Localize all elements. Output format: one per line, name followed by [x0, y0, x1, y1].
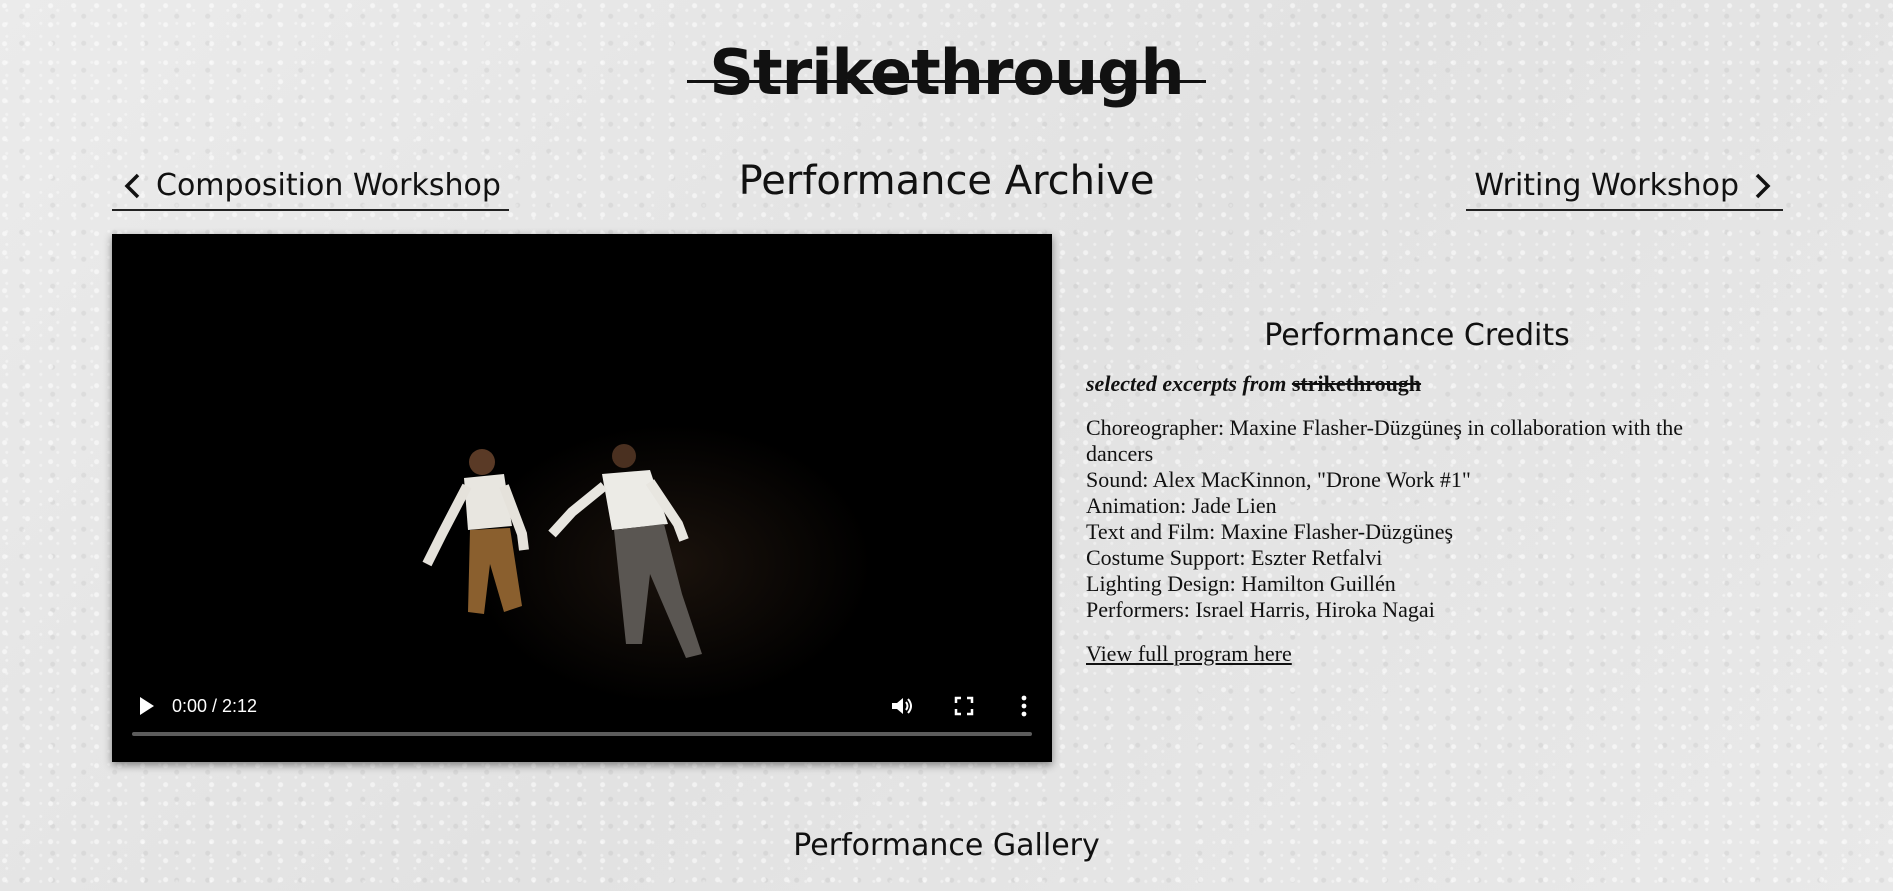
- fullscreen-icon[interactable]: [950, 692, 978, 720]
- credit-line: Costume Support: Eszter Retfalvi: [1086, 545, 1383, 570]
- credit-line: Performers: Israel Harris, Hiroka Nagai: [1086, 597, 1435, 622]
- credit-line: Sound: Alex MacKinnon, "Drone Work #1": [1086, 467, 1471, 492]
- play-icon[interactable]: [132, 692, 160, 720]
- video-time: 0:00 / 2:12: [172, 696, 258, 716]
- volume-icon[interactable]: [888, 692, 916, 720]
- next-workshop-link[interactable]: Writing Workshop: [1466, 168, 1783, 211]
- excerpt-note: selected excerpts from strikethrough: [1086, 371, 1786, 397]
- credit-line: Choreographer: Maxine Flasher-Düzgüneş i…: [1086, 415, 1684, 466]
- site-title: Strikethrough: [0, 36, 1893, 109]
- gallery-heading: Performance Gallery: [793, 828, 1100, 863]
- video-player[interactable]: 0:00 / 2:12: [112, 234, 1052, 762]
- site-title-text: Strikethrough: [687, 36, 1207, 109]
- excerpt-struck-title: strikethrough: [1291, 371, 1422, 396]
- credit-line: Animation: Jade Lien: [1086, 493, 1277, 518]
- credit-line: Lighting Design: Hamilton Guillén: [1086, 571, 1396, 596]
- credit-line: Text and Film: Maxine Flasher-Düzgüneş: [1086, 519, 1454, 544]
- video-progress-bar[interactable]: [132, 732, 1032, 736]
- credit-list: Choreographer: Maxine Flasher-Düzgüneş i…: [1086, 415, 1786, 623]
- video-frame-dancers: [112, 234, 1052, 704]
- credits-title: Performance Credits: [1264, 318, 1570, 353]
- next-workshop-label: Writing Workshop: [1474, 168, 1739, 203]
- full-program-link[interactable]: View full program here: [1086, 641, 1292, 667]
- chevron-right-icon: [1755, 173, 1771, 198]
- more-options-icon[interactable]: [1010, 692, 1038, 720]
- credits-panel: Performance Credits selected excerpts fr…: [1086, 318, 1786, 667]
- excerpt-prefix: selected excerpts from: [1086, 371, 1287, 396]
- video-controls: 0:00 / 2:12: [112, 682, 1052, 762]
